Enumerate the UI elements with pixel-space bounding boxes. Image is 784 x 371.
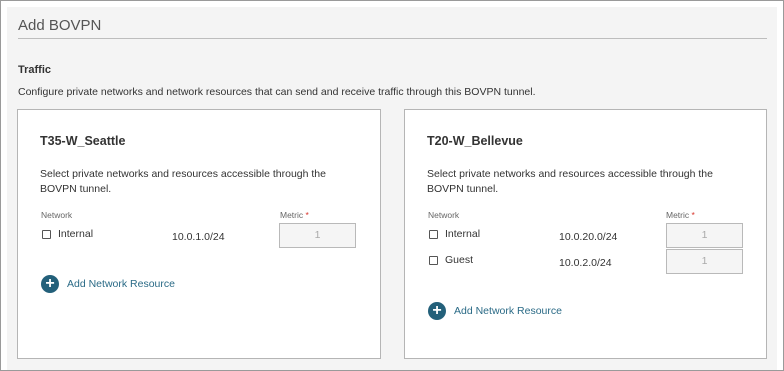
add-network-resource-label: Add Network Resource bbox=[454, 305, 562, 317]
title-divider bbox=[18, 38, 767, 39]
required-indicator: * bbox=[305, 210, 309, 220]
gateway-title: T20-W_Bellevue bbox=[427, 134, 523, 148]
network-checkbox-internal[interactable] bbox=[42, 230, 51, 239]
add-network-resource-button[interactable]: + Add Network Resource bbox=[41, 275, 175, 293]
traffic-description: Configure private networks and network r… bbox=[18, 86, 536, 98]
metric-input[interactable]: 1 bbox=[666, 249, 743, 274]
plus-circle-icon: + bbox=[428, 302, 446, 320]
network-name: Internal bbox=[445, 228, 481, 240]
add-network-resource-label: Add Network Resource bbox=[67, 278, 175, 290]
network-column-label: Network bbox=[41, 210, 73, 220]
gateway-card-bellevue: T20-W_Bellevue Select private networks a… bbox=[404, 109, 767, 359]
metric-column-label: Metric * bbox=[666, 210, 695, 220]
network-name: Internal bbox=[58, 228, 94, 240]
network-column-label: Network bbox=[428, 210, 460, 220]
required-indicator: * bbox=[691, 210, 695, 220]
network-checkbox-guest[interactable] bbox=[429, 256, 438, 265]
add-network-resource-button[interactable]: + Add Network Resource bbox=[428, 302, 562, 320]
network-ip: 10.0.1.0/24 bbox=[172, 231, 225, 243]
metric-input[interactable]: 1 bbox=[666, 223, 743, 248]
plus-circle-icon: + bbox=[41, 275, 59, 293]
gateway-description: Select private networks and resources ac… bbox=[427, 168, 713, 195]
metric-input[interactable]: 1 bbox=[279, 223, 356, 248]
gateway-card-seattle: T35-W_Seattle Select private networks an… bbox=[17, 109, 381, 359]
network-ip: 10.0.2.0/24 bbox=[559, 257, 612, 269]
network-name: Guest bbox=[445, 254, 474, 266]
gateway-title: T35-W_Seattle bbox=[40, 134, 126, 148]
gateway-description: Select private networks and resources ac… bbox=[40, 168, 326, 195]
network-ip: 10.0.20.0/24 bbox=[559, 231, 618, 243]
traffic-heading: Traffic bbox=[18, 64, 52, 76]
network-checkbox-internal[interactable] bbox=[429, 230, 438, 239]
metric-column-label: Metric * bbox=[280, 210, 309, 220]
page-title: Add BOVPN bbox=[18, 17, 102, 34]
